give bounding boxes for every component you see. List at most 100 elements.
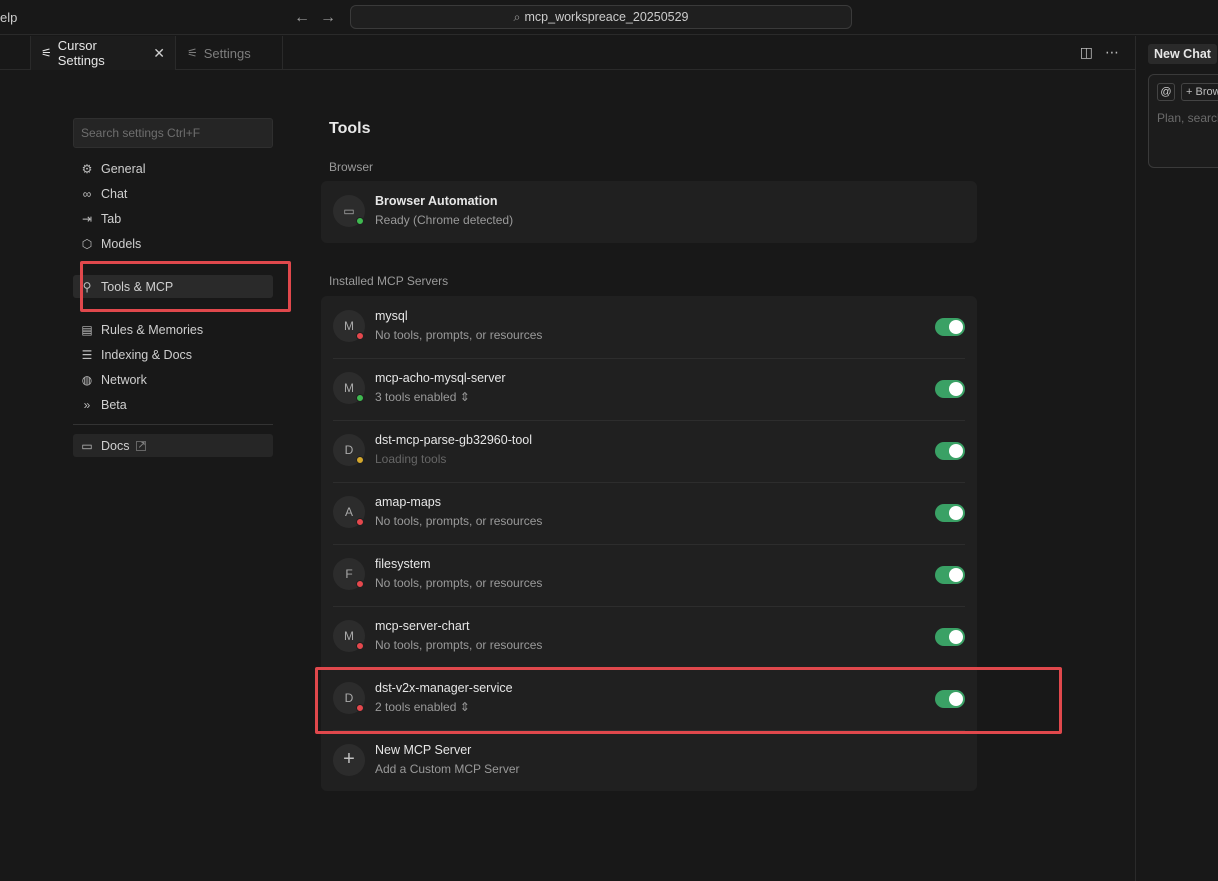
status-dot: [356, 456, 364, 464]
status-dot: [356, 580, 364, 588]
sidebar-item-tab[interactable]: ⇥ Tab: [73, 207, 273, 230]
external-link-icon: ↗: [136, 439, 147, 451]
database-icon: ☰: [81, 347, 93, 362]
server-subtitle: No tools, prompts, or resources: [375, 328, 543, 342]
settings-search-input[interactable]: Search settings Ctrl+F: [73, 118, 273, 148]
row-subtitle: Add a Custom MCP Server: [375, 762, 520, 776]
mcp-server-row[interactable]: M mcp-server-chart No tools, prompts, or…: [321, 606, 977, 668]
tab-cursor-settings[interactable]: ⚟ Cursor Settings ✕: [30, 36, 176, 70]
clipboard-icon: ▤: [81, 322, 93, 337]
sidebar-item-docs[interactable]: ▭ Docs ↗: [73, 434, 273, 457]
double-chevron-icon: »: [83, 397, 91, 412]
chat-panel: New Chat @ + Browse Plan, search: [1136, 36, 1218, 881]
chat-input-box[interactable]: @ + Browse Plan, search: [1148, 74, 1218, 168]
browse-button[interactable]: + Browse: [1181, 83, 1218, 101]
browser-card: ▭ Browser Automation Ready (Chrome detec…: [321, 181, 977, 243]
mention-button[interactable]: @: [1157, 83, 1175, 101]
row-title: New MCP Server: [375, 743, 472, 757]
sidebar-item-general[interactable]: ⚙ General: [73, 157, 273, 180]
cube-icon: ⬡: [81, 236, 93, 251]
status-dot: [356, 642, 364, 650]
server-subtitle: No tools, prompts, or resources: [375, 638, 543, 652]
command-search-bar[interactable]: ⌕ mcp_workspreace_20250529: [350, 5, 852, 29]
sidebar-item-indexing-docs[interactable]: ☰ Indexing & Docs: [73, 343, 273, 366]
tab-arrow-icon: ⇥: [81, 211, 93, 226]
status-dot: [356, 332, 364, 340]
sidebar-item-chat[interactable]: ∞ Chat: [73, 182, 273, 205]
server-toggle[interactable]: [935, 442, 965, 460]
page-title: Tools: [329, 120, 371, 137]
infinity-icon: ∞: [82, 186, 92, 201]
tab-label: Settings: [203, 45, 251, 61]
server-name: filesystem: [375, 557, 431, 571]
sidebar-item-label: Network: [101, 372, 147, 387]
menu-help-fragment[interactable]: elp: [0, 10, 17, 25]
editor-tab-bar: ⚟ Cursor Settings ✕ ⚟ Settings ◫ ⋯: [0, 36, 1135, 70]
server-toggle[interactable]: [935, 380, 965, 398]
server-name: mcp-acho-mysql-server: [375, 371, 506, 385]
arrow-left-icon[interactable]: ←: [291, 7, 313, 29]
sidebar-item-label: Tab: [101, 211, 122, 226]
highlight-box-server: [315, 667, 1062, 734]
sidebar-item-label: General: [101, 161, 146, 176]
server-toggle[interactable]: [935, 504, 965, 522]
server-subtitle-wrap[interactable]: 3 tools enabled ⇕: [375, 390, 470, 404]
sliders-icon: ⚟: [187, 46, 198, 60]
tab-actions: ◫ ⋯: [1080, 44, 1119, 61]
section-label-browser: Browser: [329, 160, 374, 174]
sidebar-item-label: Beta: [101, 397, 127, 412]
tab-label: Cursor Settings: [57, 38, 105, 68]
server-subtitle: Loading tools: [375, 452, 447, 466]
sidebar-divider: [73, 424, 273, 425]
status-dot: [356, 394, 364, 402]
search-icon: ⌕: [513, 10, 521, 24]
status-dot: [356, 518, 364, 526]
mcp-server-row[interactable]: D dst-mcp-parse-gb32960-tool Loading too…: [321, 420, 977, 482]
split-layout-icon[interactable]: ◫: [1080, 44, 1093, 61]
server-name: dst-mcp-parse-gb32960-tool: [375, 433, 533, 447]
close-icon[interactable]: ✕: [153, 45, 165, 62]
server-toggle[interactable]: [935, 628, 965, 646]
row-title: Browser Automation: [375, 194, 498, 208]
plus-icon: +: [333, 744, 365, 776]
sidebar-item-label: Docs: [101, 438, 130, 453]
row-subtitle: Ready (Chrome detected): [375, 213, 514, 227]
sidebar-item-network[interactable]: ◍ Network: [73, 368, 273, 391]
sidebar-item-beta[interactable]: » Beta: [73, 393, 273, 416]
workspace-name: mcp_workspreace_20250529: [524, 10, 689, 24]
status-dot: [356, 217, 364, 225]
new-chat-button[interactable]: New Chat: [1148, 44, 1217, 64]
sidebar-item-rules-memories[interactable]: ▤ Rules & Memories: [73, 318, 273, 341]
gear-icon: ⚙: [81, 161, 93, 176]
server-toggle[interactable]: [935, 566, 965, 584]
section-label-mcp: Installed MCP Servers: [329, 274, 449, 288]
sidebar-item-label: Models: [101, 236, 142, 251]
globe-icon: ◍: [81, 372, 93, 387]
mcp-server-row[interactable]: M mysql No tools, prompts, or resources: [321, 296, 977, 358]
sidebar-item-label: Indexing & Docs: [101, 347, 193, 362]
server-subtitle: No tools, prompts, or resources: [375, 576, 543, 590]
new-mcp-server-row[interactable]: + New MCP Server Add a Custom MCP Server: [321, 730, 977, 792]
server-name: mysql: [375, 309, 408, 323]
book-icon: ▭: [81, 438, 93, 453]
mcp-server-row[interactable]: A amap-maps No tools, prompts, or resour…: [321, 482, 977, 544]
server-name: mcp-server-chart: [375, 619, 470, 633]
server-name: amap-maps: [375, 495, 441, 509]
sidebar-item-label: Rules & Memories: [101, 322, 204, 337]
browser-automation-row[interactable]: ▭ Browser Automation Ready (Chrome detec…: [321, 181, 977, 243]
title-bar: elp ← → ⌕ mcp_workspreace_20250529: [0, 0, 1218, 35]
mcp-server-row[interactable]: M mcp-acho-mysql-server 3 tools enabled …: [321, 358, 977, 420]
sliders-icon: ⚟: [41, 46, 52, 60]
mcp-server-row[interactable]: F filesystem No tools, prompts, or resou…: [321, 544, 977, 606]
arrow-right-icon[interactable]: →: [317, 7, 339, 29]
highlight-box-tools-mcp: [80, 261, 291, 312]
tab-settings[interactable]: ⚟ Settings: [177, 36, 283, 70]
sidebar-item-models[interactable]: ⬡ Models: [73, 232, 273, 255]
server-subtitle: 3 tools enabled: [375, 390, 457, 404]
sidebar-item-label: Chat: [101, 186, 128, 201]
server-subtitle: No tools, prompts, or resources: [375, 514, 543, 528]
server-toggle[interactable]: [935, 318, 965, 336]
expand-chevron-icon[interactable]: ⇕: [460, 390, 470, 404]
ellipsis-icon[interactable]: ⋯: [1105, 44, 1119, 61]
chat-placeholder: Plan, search: [1157, 111, 1218, 125]
